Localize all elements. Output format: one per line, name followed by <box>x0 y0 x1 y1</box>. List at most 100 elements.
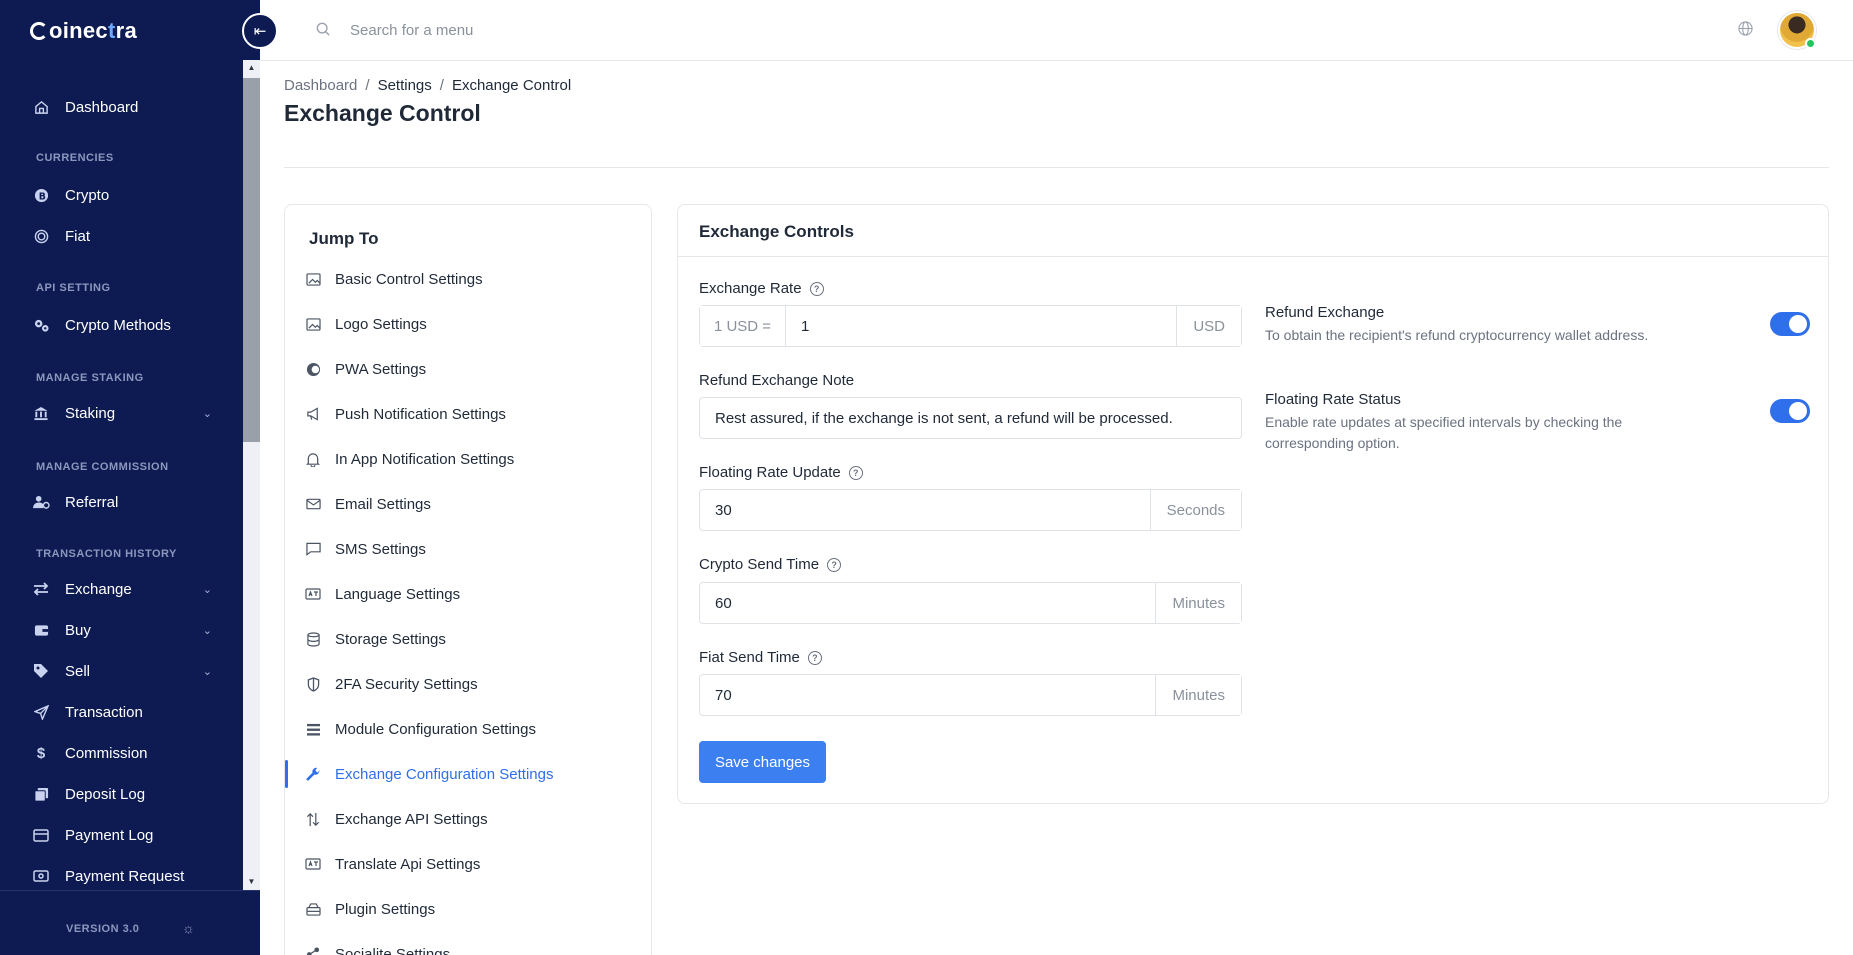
brand-logo[interactable]: oinec t ra <box>30 18 137 44</box>
jump-item-module-configuration[interactable]: Module Configuration Settings <box>285 709 651 749</box>
exchange-rate-label: Exchange Rate? <box>699 280 824 297</box>
floating-suffix-addon: Seconds <box>1149 490 1241 530</box>
sidebar-item-crypto-methods[interactable]: Crypto Methods <box>32 316 212 334</box>
help-icon[interactable]: ? <box>827 557 842 572</box>
page-title: Exchange Control <box>284 100 481 126</box>
jump-item-2fa-security[interactable]: 2FA Security Settings <box>285 664 651 704</box>
jump-item-language[interactable]: Language Settings <box>285 574 651 614</box>
jump-item-logo[interactable]: Logo Settings <box>285 304 651 344</box>
scroll-up-icon[interactable]: ▲ <box>243 60 260 76</box>
jump-item-storage[interactable]: Storage Settings <box>285 619 651 659</box>
sidebar-item-payment-request[interactable]: Payment Request <box>32 867 212 885</box>
sidebar-footer: VERSION 3.0 ☼ <box>0 890 260 955</box>
sidebar-item-buy[interactable]: Buy ⌄ <box>32 621 212 639</box>
jump-to-card: Jump To Basic Control Settings Logo Sett… <box>284 204 652 955</box>
sidebar-item-dashboard[interactable]: Dashboard <box>32 98 212 116</box>
crypto-send-input[interactable] <box>700 583 1156 623</box>
help-icon[interactable]: ? <box>848 465 863 480</box>
jump-item-plugin[interactable]: Plugin Settings <box>285 889 651 929</box>
sidebar-item-payment-log[interactable]: Payment Log <box>32 826 212 844</box>
sidebar-scrollbar[interactable]: ▲ ▼ <box>243 60 260 890</box>
save-changes-button[interactable]: Save changes <box>699 741 826 783</box>
version-label: VERSION 3.0 <box>66 923 140 935</box>
dollar-icon: $ <box>36 744 46 762</box>
toggle-title: Refund Exchange <box>1265 304 1385 321</box>
sidebar-item-transaction[interactable]: Transaction <box>32 703 212 721</box>
crypto-send-label: Crypto Send Time? <box>699 556 842 573</box>
image-icon <box>305 271 321 287</box>
jump-item-exchange-configuration[interactable]: Exchange Configuration Settings <box>285 754 651 794</box>
field-label-text: Fiat Send Time <box>699 649 800 666</box>
image-icon <box>305 316 321 332</box>
jump-item-exchange-api[interactable]: Exchange API Settings <box>285 799 651 839</box>
field-label-text: Crypto Send Time <box>699 556 820 573</box>
jump-item-pwa[interactable]: PWA Settings <box>285 349 651 389</box>
globe-icon[interactable] <box>1738 21 1753 41</box>
sidebar-item-sell[interactable]: Sell ⌄ <box>32 662 212 680</box>
section-manage-staking: MANAGE STAKING <box>36 372 144 384</box>
sidebar-item-staking[interactable]: Staking ⌄ <box>32 404 212 422</box>
bank-icon <box>32 404 50 422</box>
sidebar-item-exchange[interactable]: Exchange ⌄ <box>32 580 212 598</box>
card-icon <box>32 826 50 844</box>
jump-item-label: 2FA Security Settings <box>335 675 478 693</box>
avatar[interactable] <box>1778 11 1816 49</box>
sidebar-item-commission[interactable]: $ Commission <box>32 744 212 762</box>
refund-exchange-setting: Refund Exchange To obtain the recipient'… <box>1265 304 1810 346</box>
jump-item-label: Storage Settings <box>335 630 446 648</box>
sidebar-item-fiat[interactable]: Fiat <box>32 227 212 245</box>
jump-to-title: Jump To <box>309 229 379 248</box>
scroll-down-icon[interactable]: ▼ <box>243 874 260 890</box>
shield-icon <box>305 676 321 692</box>
rate-prefix-addon: 1 USD = <box>700 306 786 346</box>
exchange-rate-group: 1 USD = USD <box>699 305 1242 347</box>
sidebar-item-label: Deposit Log <box>65 785 146 803</box>
fiat-send-input[interactable] <box>700 675 1156 715</box>
jump-item-in-app-notification[interactable]: In App Notification Settings <box>285 439 651 479</box>
plugin-icon <box>305 901 321 917</box>
help-icon[interactable]: ? <box>809 281 824 296</box>
chevron-down-icon: ⌄ <box>202 407 212 420</box>
sidebar-item-label: Sell <box>65 662 91 680</box>
scrollbar-thumb[interactable] <box>243 78 260 442</box>
crypto-send-suffix-addon: Minutes <box>1155 583 1241 623</box>
sidebar-item-label: Buy <box>65 621 91 639</box>
sidebar-item-deposit-log[interactable]: Deposit Log <box>32 785 212 803</box>
jump-item-label: Module Configuration Settings <box>335 720 536 738</box>
refund-exchange-toggle[interactable] <box>1770 312 1810 336</box>
breadcrumb-dashboard[interactable]: Dashboard <box>284 77 357 94</box>
chat-icon <box>305 541 321 557</box>
jump-item-label: PWA Settings <box>335 360 427 378</box>
breadcrumb-current: Exchange Control <box>451 77 572 94</box>
jump-item-label: Email Settings <box>335 495 431 513</box>
exchange-controls-card: Exchange Controls Exchange Rate? 1 USD =… <box>677 204 1829 804</box>
jump-item-basic-control[interactable]: Basic Control Settings <box>285 259 651 299</box>
jump-item-email[interactable]: Email Settings <box>285 484 651 524</box>
sidebar-collapse-button[interactable]: ⇤ <box>242 13 278 49</box>
sidebar-item-referral[interactable]: Referral <box>32 493 212 511</box>
chevron-down-icon: ⌄ <box>202 665 212 678</box>
sidebar-item-crypto[interactable]: B Crypto <box>32 186 212 204</box>
floating-rate-input[interactable] <box>700 490 1150 530</box>
floating-rate-status-toggle[interactable] <box>1770 399 1810 423</box>
topbar <box>260 0 1853 61</box>
translate-icon <box>305 856 321 872</box>
help-icon[interactable]: ? <box>807 650 822 665</box>
breadcrumb-settings[interactable]: Settings <box>378 77 432 94</box>
floating-rate-group: Seconds <box>699 489 1242 531</box>
sun-icon[interactable]: ☼ <box>182 920 195 936</box>
sidebar-item-label: Crypto Methods <box>65 316 171 334</box>
refund-note-input[interactable] <box>700 398 1241 438</box>
exchange-rate-input[interactable] <box>786 306 1177 346</box>
search-input[interactable] <box>350 18 650 42</box>
sidebar-item-label: Referral <box>65 493 119 511</box>
jump-item-translate-api[interactable]: Translate Api Settings <box>285 844 651 884</box>
swap-icon <box>305 811 321 827</box>
list-icon <box>305 721 321 737</box>
jump-item-sms[interactable]: SMS Settings <box>285 529 651 569</box>
jump-item-socialite[interactable]: Socialite Settings <box>285 934 651 955</box>
sidebar-item-label: Payment Request <box>65 867 185 885</box>
online-status-icon <box>1805 38 1816 49</box>
jump-item-push-notification[interactable]: Push Notification Settings <box>285 394 651 434</box>
database-icon <box>305 631 321 647</box>
